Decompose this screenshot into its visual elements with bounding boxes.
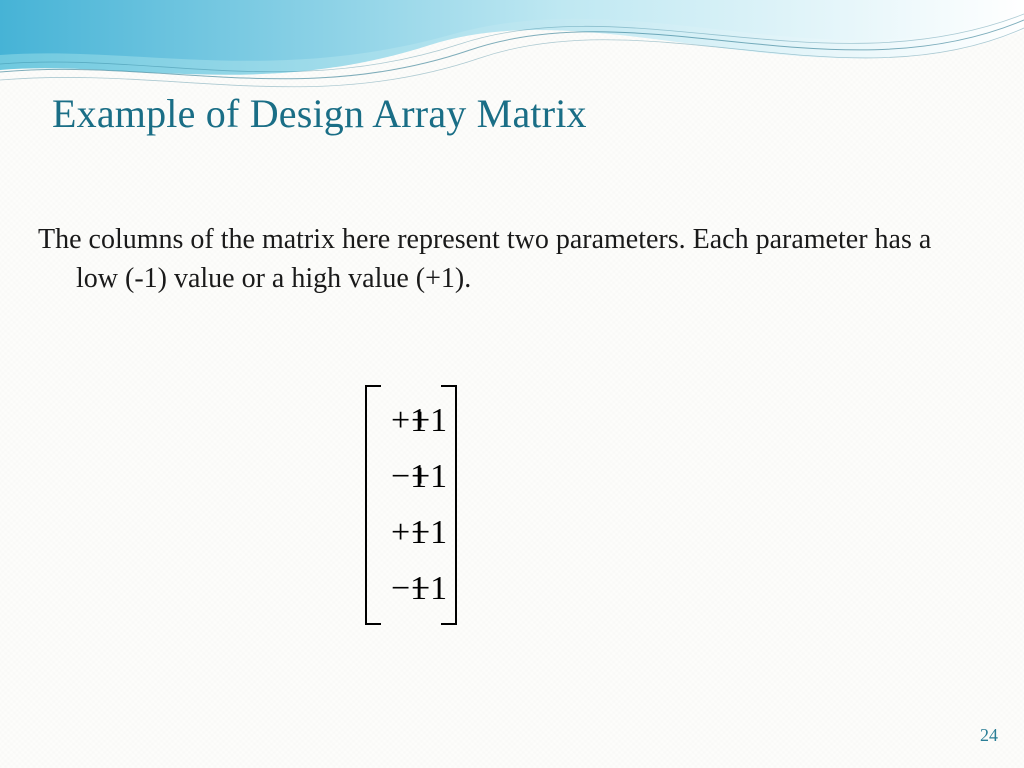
- right-bracket-icon: [441, 385, 457, 625]
- cell: +1: [411, 393, 431, 449]
- matrix-row: +1−1: [391, 505, 431, 561]
- cell: −1: [411, 505, 431, 561]
- cell: +1: [391, 505, 411, 561]
- matrix-row: +1+1: [391, 393, 431, 449]
- matrix-row: −1+1: [391, 449, 431, 505]
- matrix-row: −1−1: [391, 561, 431, 617]
- left-bracket-icon: [365, 385, 381, 625]
- design-matrix: +1+1 −1+1 +1−1 −1−1: [365, 385, 457, 625]
- slide-title: Example of Design Array Matrix: [52, 90, 587, 137]
- cell: −1: [391, 449, 411, 505]
- cell: +1: [391, 393, 411, 449]
- matrix-body: +1+1 −1+1 +1−1 −1−1: [381, 385, 441, 625]
- body-paragraph: The columns of the matrix here represent…: [38, 220, 964, 298]
- slide-body: The columns of the matrix here represent…: [38, 220, 964, 298]
- page-number: 24: [980, 725, 998, 746]
- cell: −1: [411, 561, 431, 617]
- cell: +1: [411, 449, 431, 505]
- cell: −1: [391, 561, 411, 617]
